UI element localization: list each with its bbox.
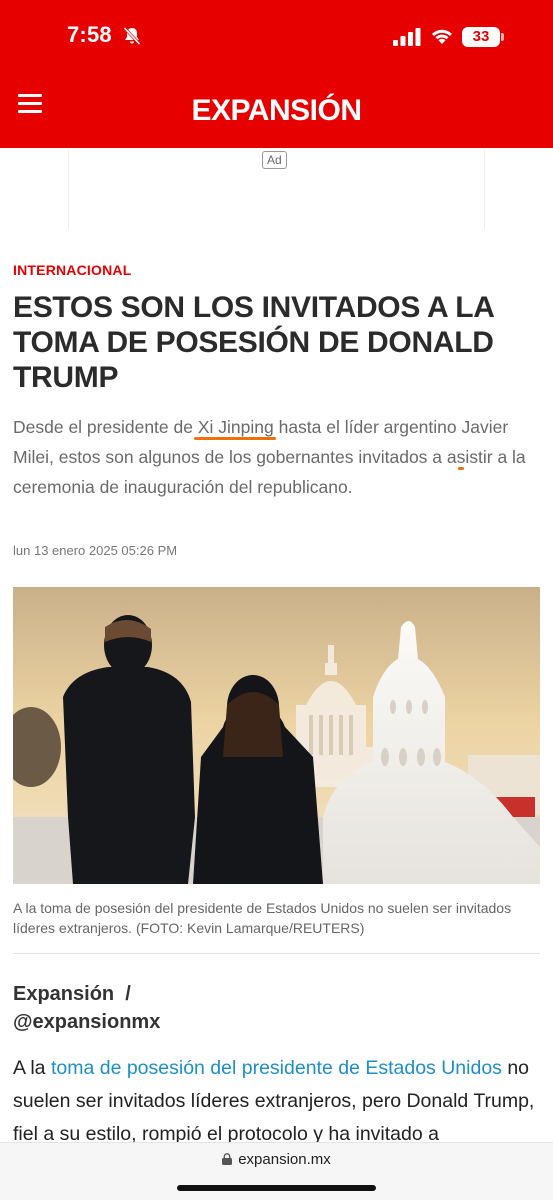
cellular-signal-icon <box>393 28 421 46</box>
article-summary: Desde el presidente de Xi Jinping hasta … <box>13 417 526 497</box>
home-indicator[interactable] <box>177 1185 376 1191</box>
photo-illustration <box>13 587 540 884</box>
status-time: 7:58 <box>67 22 112 47</box>
ad-badge: Ad <box>262 151 287 169</box>
photo-caption: A la toma de posesión del presidente de … <box>13 900 512 936</box>
battery-level: 33 <box>472 28 490 45</box>
site-logo[interactable]: EXPANSIÓN <box>0 94 553 128</box>
article-photo[interactable] <box>13 587 540 884</box>
bell-slash-icon <box>123 26 141 46</box>
app-header: 7:58 33 EXPANSIÓN <box>0 0 553 148</box>
article-body: A la toma de posesión del presidente de … <box>13 1057 535 1145</box>
lock-icon <box>222 1153 233 1165</box>
status-bar: 7:58 33 <box>0 0 553 72</box>
author-handle[interactable]: @expansionmx <box>13 1008 313 1036</box>
battery-icon: 33 <box>462 27 504 47</box>
url-bar[interactable]: expansion.mx <box>0 1151 553 1168</box>
divider <box>13 953 540 954</box>
wifi-icon <box>432 29 452 44</box>
publish-date: lun 13 enero 2025 05:26 PM <box>13 543 178 558</box>
author-byline[interactable]: Expansión / @expansionmx <box>13 980 313 1036</box>
body-link[interactable]: toma de posesión del presidente de Estad… <box>51 1057 502 1079</box>
highlight-xi-jinping: Xi Jinping <box>197 417 274 437</box>
author-name[interactable]: Expansión <box>13 983 114 1005</box>
url-text[interactable]: expansion.mx <box>238 1151 331 1168</box>
section-label[interactable]: INTERNACIONAL <box>13 262 131 278</box>
byline-separator: / <box>125 983 131 1005</box>
browser-bottom-bar: expansion.mx <box>0 1142 553 1200</box>
article-headline: ESTOS SON LOS INVITADOS A LA TOMA DE POS… <box>13 291 494 394</box>
